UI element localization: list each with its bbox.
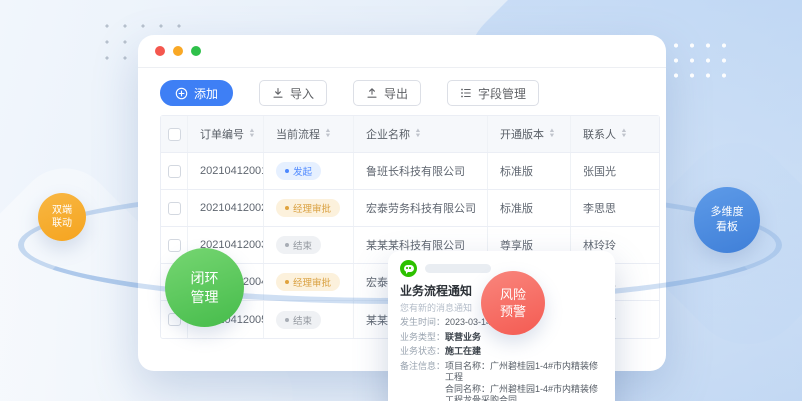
table-row[interactable]: 20210412001 发起 鲁班长科技有限公司 标准版 张国光 xyxy=(161,153,659,190)
sort-icon[interactable]: ▲▼ xyxy=(549,129,555,139)
toolbar: 添加 导入 导出 字段管理 xyxy=(138,68,666,106)
table-header-row: 订单编号 ▲▼ 当前流程 ▲▼ 企业名称 ▲▼ 开通版本 ▲▼ 联系人 ▲▼ xyxy=(161,116,659,153)
order-no: 20210412001 xyxy=(200,165,264,177)
feature-circle-risk-warning: 风险 预警 xyxy=(481,271,545,335)
placeholder-pill xyxy=(425,264,491,273)
header-order-no: 订单编号 xyxy=(200,126,244,142)
upload-icon xyxy=(366,87,378,99)
status-badge: 发起 xyxy=(276,162,321,180)
sort-icon[interactable]: ▲▼ xyxy=(249,129,255,139)
feature-circle-dual-link: 双端 联动 xyxy=(38,193,86,241)
header-contact: 联系人 xyxy=(583,126,616,142)
status-dot-icon xyxy=(285,169,289,173)
list-settings-icon xyxy=(460,87,472,99)
notification-remark: 备注信息： 项目名称：广州碧桂园1-4#市内精装修工程 合同名称：广州碧桂园1-… xyxy=(400,361,603,401)
notification-field: 业务状态： 施工在建 xyxy=(400,346,603,358)
select-all-checkbox[interactable] xyxy=(168,128,181,141)
row-checkbox[interactable] xyxy=(168,165,181,178)
wechat-icon xyxy=(400,260,417,277)
field-manage-button[interactable]: 字段管理 xyxy=(447,80,539,106)
company-name: 鲁班长科技有限公司 xyxy=(366,163,465,179)
version: 标准版 xyxy=(500,163,533,179)
field-manage-button-label: 字段管理 xyxy=(478,85,526,102)
sort-icon[interactable]: ▲▼ xyxy=(415,129,421,139)
export-button[interactable]: 导出 xyxy=(353,80,421,106)
header-version: 开通版本 xyxy=(500,126,544,142)
feature-circle-closed-loop: 闭环 管理 xyxy=(165,248,244,327)
window-close-button[interactable] xyxy=(155,46,165,56)
remark-line-1: 项目名称：广州碧桂园1-4#市内精装修工程 xyxy=(445,361,598,383)
contact: 张国光 xyxy=(583,163,616,179)
import-button[interactable]: 导入 xyxy=(259,80,327,106)
header-process: 当前流程 xyxy=(276,126,320,142)
export-button-label: 导出 xyxy=(384,85,408,102)
sort-icon[interactable]: ▲▼ xyxy=(325,129,331,139)
download-icon xyxy=(272,87,284,99)
dot-grid-right xyxy=(668,38,734,82)
feature-circle-multi-dashboard: 多维度 看板 xyxy=(694,187,760,253)
window-titlebar xyxy=(138,35,666,68)
add-button[interactable]: 添加 xyxy=(160,80,233,106)
window-maximize-button[interactable] xyxy=(191,46,201,56)
sort-icon[interactable]: ▲▼ xyxy=(621,129,627,139)
remark-line-2: 合同名称：广州碧桂园1-4#市内精装修工程龙骨采购合同 xyxy=(445,384,598,401)
add-button-label: 添加 xyxy=(194,85,218,102)
status-dot-icon xyxy=(285,318,289,322)
import-button-label: 导入 xyxy=(290,85,314,102)
plus-circle-icon xyxy=(175,87,188,100)
header-company: 企业名称 xyxy=(366,126,410,142)
window-minimize-button[interactable] xyxy=(173,46,183,56)
status-badge: 结束 xyxy=(276,311,321,329)
